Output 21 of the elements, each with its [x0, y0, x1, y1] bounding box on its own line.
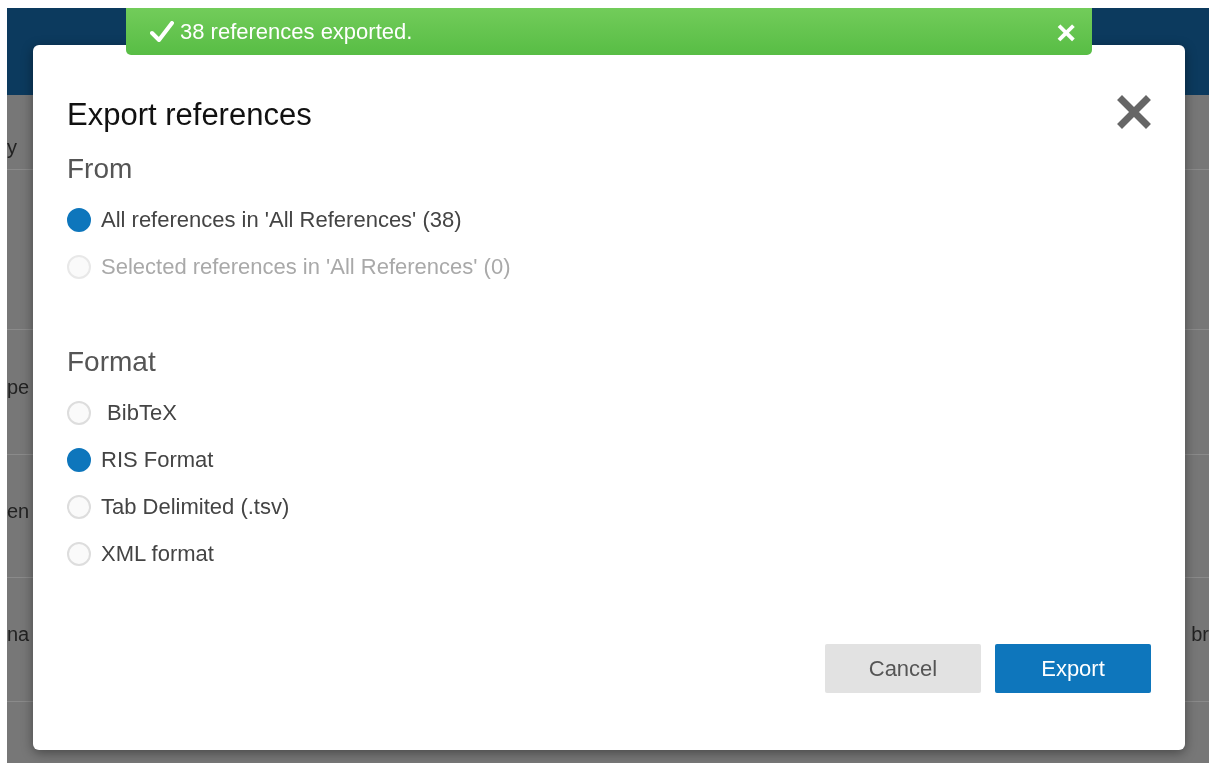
- dialog-title: Export references: [67, 97, 312, 133]
- radio-option[interactable]: All references in 'All References' (38): [67, 207, 1151, 233]
- section-heading: From: [67, 153, 134, 185]
- radio-option[interactable]: XML format: [67, 541, 1151, 567]
- section-heading: Format: [67, 346, 157, 378]
- row-text: br: [1191, 623, 1209, 646]
- close-icon: [1117, 95, 1151, 129]
- check-icon: [150, 20, 174, 43]
- radio-button[interactable]: [67, 448, 91, 472]
- toast-message: 38 references exported.: [180, 18, 414, 45]
- radio-option[interactable]: RIS Format: [67, 447, 1151, 473]
- row-text: en: [7, 499, 30, 523]
- radio-option[interactable]: BibTeX: [67, 400, 1151, 426]
- row-text: na: [7, 623, 30, 646]
- close-button[interactable]: [1117, 95, 1151, 129]
- export-button[interactable]: Export: [995, 644, 1151, 693]
- cancel-button[interactable]: Cancel: [825, 644, 981, 693]
- row-text: y: [7, 136, 17, 159]
- row-text: pe: [7, 375, 30, 399]
- radio-button[interactable]: [67, 208, 91, 232]
- radio-option[interactable]: Tab Delimited (.tsv): [67, 494, 1151, 520]
